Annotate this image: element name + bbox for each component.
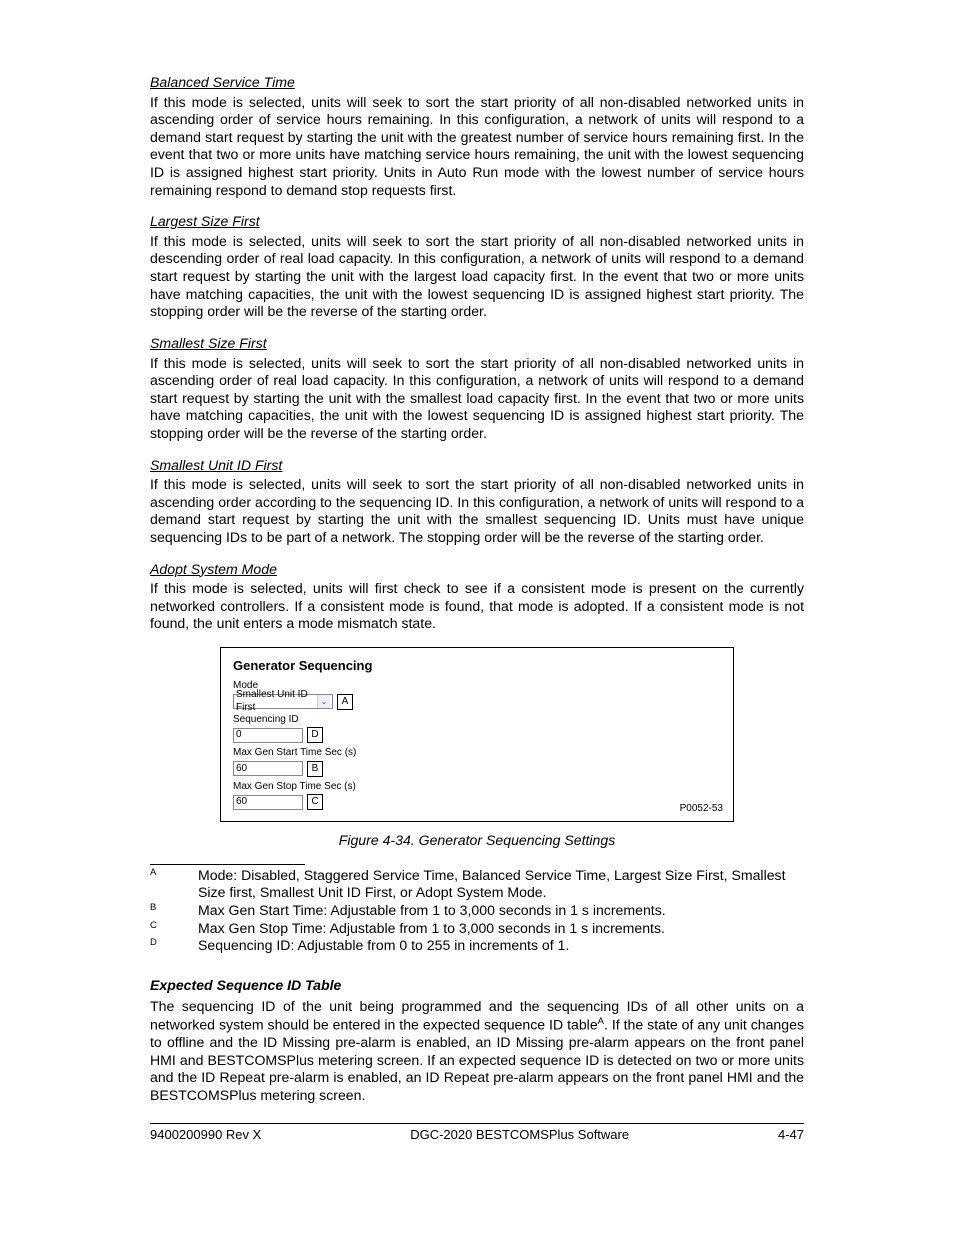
figure-code: P0052-53 (680, 803, 723, 816)
sec-heading-smallest-first: Smallest Size First (150, 335, 804, 353)
chevron-down-icon: ⌄ (317, 695, 330, 708)
sec-heading-balanced-service-time: Balanced Service Time (150, 74, 804, 92)
footnote-text: Sequencing ID: Adjustable from 0 to 255 … (198, 937, 804, 955)
field-label-stop: Max Gen Stop Time Sec (s) (233, 781, 721, 794)
footnote-text: Max Gen Start Time: Adjustable from 1 to… (198, 902, 804, 920)
section-heading-expected-table: Expected Sequence ID Table (150, 977, 804, 995)
figure-caption: Figure 4-34. Generator Sequencing Settin… (150, 832, 804, 850)
footnotes: A Mode: Disabled, Staggered Service Time… (150, 867, 804, 955)
annotation-letter: D (307, 727, 323, 743)
sec-body: If this mode is selected, units will see… (150, 355, 804, 443)
max-stop-time-input[interactable]: 60 (233, 795, 303, 810)
sec-body: If this mode is selected, units will see… (150, 476, 804, 546)
sec-body: If this mode is selected, units will see… (150, 94, 804, 200)
field-label-seqid: Sequencing ID (233, 714, 721, 727)
footnote-text: Mode: Disabled, Staggered Service Time, … (198, 867, 804, 902)
annotation-letter: A (337, 694, 353, 710)
sec-body: If this mode is selected, units will see… (150, 233, 804, 321)
value: 60 (236, 796, 247, 809)
figure-title: Generator Sequencing (233, 658, 721, 674)
footer-left: 9400200990 Rev X (150, 1127, 261, 1143)
sec-heading-largest-first: Largest Size First (150, 213, 804, 231)
footnote-rule (150, 864, 305, 865)
field-label-start: Max Gen Start Time Sec (s) (233, 747, 721, 760)
footnote-sup: C (150, 920, 198, 938)
value: 60 (236, 763, 247, 776)
footnote-sup: D (150, 937, 198, 955)
sec-heading-adopt-system-mode: Adopt System Mode (150, 561, 804, 579)
figure-generator-sequencing: Generator Sequencing Mode Smallest Unit … (220, 647, 734, 822)
sequencing-id-input[interactable]: 0 (233, 728, 303, 743)
annotation-letter: B (307, 761, 323, 777)
value: 0 (236, 729, 242, 742)
footnote-sup: A (150, 867, 198, 902)
footer-right: 4-47 (778, 1127, 804, 1143)
footnote-sup: B (150, 902, 198, 920)
sec-heading-smallest-id-first: Smallest Unit ID First (150, 457, 804, 475)
page-footer: 9400200990 Rev X DGC-2020 BESTCOMSPlus S… (150, 1123, 804, 1143)
footnote-text: Max Gen Stop Time: Adjustable from 1 to … (198, 920, 804, 938)
footer-center: DGC-2020 BESTCOMSPlus Software (410, 1127, 629, 1143)
sec-body: The sequencing ID of the unit being prog… (150, 998, 804, 1104)
annotation-letter: C (307, 794, 323, 810)
mode-select[interactable]: Smallest Unit ID First ⌄ (233, 694, 333, 709)
max-start-time-input[interactable]: 60 (233, 761, 303, 776)
mode-select-value: Smallest Unit ID First (236, 689, 317, 714)
sec-body: If this mode is selected, units will fir… (150, 580, 804, 633)
